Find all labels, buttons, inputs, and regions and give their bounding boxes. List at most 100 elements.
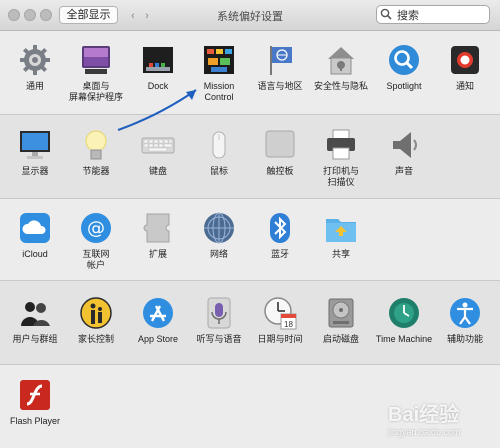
displays-icon bbox=[18, 128, 52, 162]
pane-label: 用户与群组 bbox=[12, 334, 58, 344]
network-icon bbox=[202, 211, 236, 245]
pane-label: 安全性与隐私 bbox=[313, 81, 368, 91]
pane-label: 打印机与 扫描仪 bbox=[322, 166, 359, 187]
accessibility-icon bbox=[448, 296, 482, 330]
pane-label: 节能器 bbox=[82, 166, 110, 176]
pref-extensions[interactable]: 扩展 bbox=[127, 211, 189, 260]
pref-bluetooth[interactable]: 蓝牙 bbox=[249, 211, 311, 260]
pane-label: Time Machine bbox=[375, 334, 433, 344]
users-groups-icon bbox=[18, 296, 52, 330]
startup-disk-icon bbox=[324, 296, 358, 330]
energy-saver-icon bbox=[79, 128, 113, 162]
pane-label: 触控板 bbox=[266, 166, 294, 176]
pref-sound[interactable]: 声音 bbox=[373, 128, 435, 177]
language-region-icon bbox=[263, 43, 297, 77]
watermark-logo: Bai经验 bbox=[388, 404, 460, 426]
pane-label: 听写与语音 bbox=[196, 334, 242, 344]
pref-spotlight[interactable]: Spotlight bbox=[373, 43, 435, 92]
pane-label: Dock bbox=[147, 81, 169, 91]
pref-desktop-screensaver[interactable]: 桌面与 屏幕保护程序 bbox=[65, 43, 127, 103]
pane-label: Spotlight bbox=[386, 81, 422, 91]
search-input[interactable] bbox=[376, 5, 490, 24]
pref-time-machine[interactable]: Time Machine bbox=[373, 296, 435, 345]
keyboard-icon bbox=[141, 128, 175, 162]
time-machine-icon bbox=[387, 296, 421, 330]
bluetooth-icon bbox=[263, 211, 297, 245]
pane-label: 辅助功能 bbox=[446, 334, 483, 344]
pane-label: 网络 bbox=[209, 249, 228, 259]
pane-label: iCloud bbox=[22, 249, 48, 259]
pane-label: Mission Control bbox=[203, 81, 235, 102]
security-privacy-icon bbox=[324, 43, 358, 77]
minimize-window-button[interactable] bbox=[24, 9, 36, 21]
pref-accessibility[interactable]: 辅助功能 bbox=[434, 296, 496, 345]
pane-label: 键盘 bbox=[148, 166, 167, 176]
parental-controls-icon bbox=[79, 296, 113, 330]
pane-label: 蓝牙 bbox=[270, 249, 289, 259]
pref-dock[interactable]: Dock bbox=[127, 43, 189, 92]
pref-notifications[interactable]: 通知 bbox=[434, 43, 496, 92]
pref-flash-player[interactable]: Flash Player bbox=[4, 378, 66, 427]
internet-accounts-icon: @ bbox=[79, 211, 113, 245]
pane-label: 鼠标 bbox=[209, 166, 228, 176]
pref-date-time[interactable]: 18 日期与时间 bbox=[249, 296, 311, 345]
sound-icon bbox=[387, 128, 421, 162]
pref-energy-saver[interactable]: 节能器 bbox=[65, 128, 127, 177]
show-all-button[interactable]: 全部显示 bbox=[59, 6, 118, 24]
notifications-icon bbox=[448, 43, 482, 77]
dock-icon bbox=[141, 43, 175, 77]
pane-label: 显示器 bbox=[21, 166, 49, 176]
dictation-speech-icon bbox=[202, 296, 236, 330]
pref-users-groups[interactable]: 用户与群组 bbox=[4, 296, 66, 345]
title-bar: 全部显示 ‹ › 系统偏好设置 bbox=[0, 0, 500, 31]
app-store-icon bbox=[141, 296, 175, 330]
pref-icloud[interactable]: iCloud bbox=[4, 211, 66, 260]
pref-trackpad[interactable]: 触控板 bbox=[249, 128, 311, 177]
pane-label: 语言与地区 bbox=[257, 81, 303, 91]
pref-mission-control[interactable]: Mission Control bbox=[188, 43, 250, 103]
pref-general[interactable]: 通用 bbox=[4, 43, 66, 92]
pref-app-store[interactable]: App Store bbox=[127, 296, 189, 345]
pane-label: 日期与时间 bbox=[257, 334, 303, 344]
pref-parental-controls[interactable]: 家长控制 bbox=[65, 296, 127, 345]
pane-label: 声音 bbox=[394, 166, 413, 176]
flash-player-icon bbox=[18, 378, 52, 412]
pref-displays[interactable]: 显示器 bbox=[4, 128, 66, 177]
trackpad-icon bbox=[263, 128, 297, 162]
watermark-url: jingyan.baidu.com bbox=[388, 427, 461, 437]
svg-text:@: @ bbox=[87, 218, 105, 239]
pref-language-region[interactable]: 语言与地区 bbox=[249, 43, 311, 92]
close-window-button[interactable] bbox=[8, 9, 20, 21]
pane-label: 共享 bbox=[331, 249, 350, 259]
pane-label: App Store bbox=[137, 334, 179, 344]
calendar-badge: 18 bbox=[284, 320, 293, 329]
search-icon bbox=[380, 8, 392, 20]
icloud-icon bbox=[18, 211, 52, 245]
pref-mouse[interactable]: 鼠标 bbox=[188, 128, 250, 177]
forward-button[interactable]: › bbox=[140, 10, 154, 22]
pref-internet-accounts[interactable]: @ 互联网 帐户 bbox=[65, 211, 127, 271]
pref-security-privacy[interactable]: 安全性与隐私 bbox=[310, 43, 372, 92]
pane-label: 桌面与 屏幕保护程序 bbox=[68, 81, 123, 102]
pane-label: 互联网 帐户 bbox=[82, 249, 110, 270]
printers-scanners-icon bbox=[324, 128, 358, 162]
pref-keyboard[interactable]: 键盘 bbox=[127, 128, 189, 177]
pane-label: 通知 bbox=[455, 81, 474, 91]
back-button[interactable]: ‹ bbox=[126, 10, 140, 22]
pref-printers-scanners[interactable]: 打印机与 扫描仪 bbox=[310, 128, 372, 188]
sharing-icon bbox=[324, 211, 358, 245]
general-icon bbox=[18, 43, 52, 77]
system-preferences-window: 全部显示 ‹ › 系统偏好设置 通用 bbox=[0, 0, 500, 448]
pref-sharing[interactable]: 共享 bbox=[310, 211, 372, 260]
date-time-icon: 18 bbox=[263, 296, 297, 330]
pane-label: 家长控制 bbox=[77, 334, 114, 344]
watermark: Bai经验 jingyan.baidu.com bbox=[388, 398, 498, 444]
pane-label: 扩展 bbox=[148, 249, 167, 259]
pane-label: 通用 bbox=[25, 81, 44, 91]
zoom-window-button[interactable] bbox=[40, 9, 52, 21]
pref-dictation-speech[interactable]: 听写与语音 bbox=[188, 296, 250, 345]
pane-label: 启动磁盘 bbox=[322, 334, 359, 344]
pref-startup-disk[interactable]: 启动磁盘 bbox=[310, 296, 372, 345]
pref-network[interactable]: 网络 bbox=[188, 211, 250, 260]
desktop-screensaver-icon bbox=[79, 43, 113, 77]
